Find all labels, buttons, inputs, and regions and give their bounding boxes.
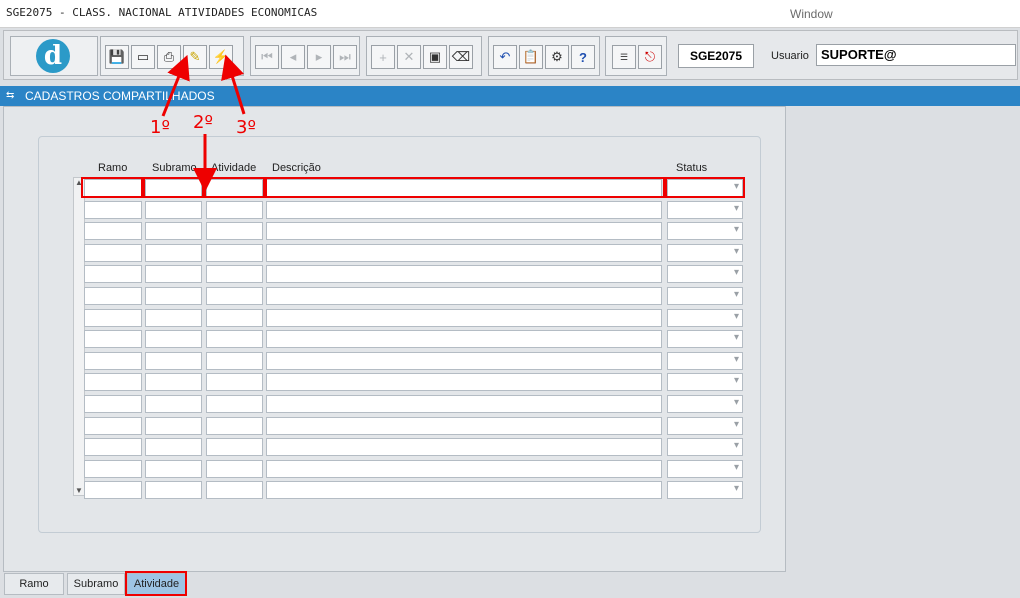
- arrow-3: [221, 54, 246, 115]
- annotation-2: 2º: [193, 112, 213, 133]
- annotation-arrows: [161, 54, 246, 192]
- annotation-3: 3º: [236, 117, 256, 138]
- arrow-1: [161, 54, 190, 117]
- annotation-1: 1º: [150, 117, 170, 138]
